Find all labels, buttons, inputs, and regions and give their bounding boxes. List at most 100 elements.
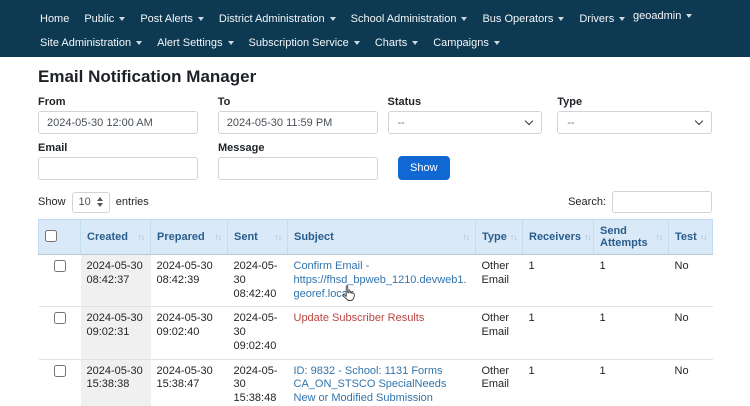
cell-prepared: 2024-05-30 09:02:40 xyxy=(151,307,228,359)
caret-down-icon xyxy=(494,41,500,45)
row-checkbox[interactable] xyxy=(54,260,66,272)
message-label: Message xyxy=(218,142,378,154)
row-checkbox[interactable] xyxy=(54,312,66,324)
status-select[interactable]: -- xyxy=(388,111,543,134)
nav-item-campaigns[interactable]: Campaigns xyxy=(433,37,500,49)
type-select-value: -- xyxy=(567,117,574,129)
email-input[interactable] xyxy=(38,157,198,180)
main-content: Email Notification Manager From To Statu… xyxy=(0,57,750,406)
page-title: Email Notification Manager xyxy=(38,67,712,87)
page-length-control: Show 10 entries xyxy=(38,192,149,213)
message-input[interactable] xyxy=(218,157,378,180)
filter-row-1: From To Status -- Type -- xyxy=(38,96,712,134)
nav-item-bus-operators[interactable]: Bus Operators xyxy=(482,13,564,25)
nav-item-site-administration-label: Site Administration xyxy=(40,37,131,49)
to-input[interactable] xyxy=(218,111,378,134)
nav-item-public[interactable]: Public xyxy=(84,13,125,25)
header-test[interactable]: Test↑↓ xyxy=(669,220,713,255)
sort-icon: ↑↓ xyxy=(138,232,145,242)
nav-item-alert-settings-label: Alert Settings xyxy=(157,37,222,49)
nav-item-campaigns-label: Campaigns xyxy=(433,37,489,49)
cell-sent: 2024-05-30 08:42:40 xyxy=(228,255,288,307)
cell-type: Other Email xyxy=(476,307,523,359)
nav-item-school-administration-label: School Administration xyxy=(351,13,457,25)
row-checkbox[interactable] xyxy=(54,365,66,377)
show-button[interactable]: Show xyxy=(398,156,450,180)
cell-test: No xyxy=(669,255,713,307)
nav-item-subscription-service-label: Subscription Service xyxy=(249,37,349,49)
nav-item-district-administration-label: District Administration xyxy=(219,13,325,25)
user-menu-label: geoadmin xyxy=(633,10,681,22)
nav-item-subscription-service[interactable]: Subscription Service xyxy=(249,37,360,49)
table-row: 2024-05-30 09:02:31 2024-05-30 09:02:40 … xyxy=(39,307,713,359)
cell-prepared: 2024-05-30 15:38:47 xyxy=(151,359,228,406)
caret-down-icon xyxy=(354,41,360,45)
type-select[interactable]: -- xyxy=(557,111,712,134)
search-input[interactable] xyxy=(612,191,712,213)
nav-item-school-administration[interactable]: School Administration xyxy=(351,13,468,25)
caret-down-icon xyxy=(558,17,564,21)
nav-item-drivers[interactable]: Drivers xyxy=(579,13,625,25)
spinner-arrows-icon xyxy=(97,197,103,207)
type-label: Type xyxy=(557,96,712,108)
cell-send-attempts: 1 xyxy=(594,307,669,359)
cell-test: No xyxy=(669,307,713,359)
header-send-attempts-label: Send Attempts xyxy=(600,225,653,249)
caret-down-icon xyxy=(198,17,204,21)
subject-link[interactable]: ID: 9832 - School: 1131 Forms CA_ON_STSC… xyxy=(294,365,467,406)
header-subject[interactable]: Subject↑↓ xyxy=(288,220,476,255)
nav-item-site-administration[interactable]: Site Administration xyxy=(40,37,142,49)
filter-email: Email xyxy=(38,142,198,180)
navbar: Home Public Post Alerts District Adminis… xyxy=(0,0,750,57)
nav-item-post-alerts[interactable]: Post Alerts xyxy=(140,13,204,25)
user-menu[interactable]: geoadmin xyxy=(633,10,692,22)
nav-item-alert-settings[interactable]: Alert Settings xyxy=(157,37,233,49)
header-type[interactable]: Type↑↓ xyxy=(476,220,523,255)
nav-item-district-administration[interactable]: District Administration xyxy=(219,13,336,25)
table-controls: Show 10 entries Search: xyxy=(38,191,712,213)
cell-created: 2024-05-30 09:02:31 xyxy=(81,307,151,359)
header-receivers-label: Receivers xyxy=(529,231,581,243)
select-all-checkbox[interactable] xyxy=(45,230,57,242)
nav-item-home[interactable]: Home xyxy=(40,13,69,25)
select-all-header xyxy=(39,220,81,255)
sort-icon: ↑↓ xyxy=(656,232,663,242)
subject-link-hovered[interactable]: Update Subscriber Results xyxy=(294,312,425,324)
nav-item-post-alerts-label: Post Alerts xyxy=(140,13,193,25)
cell-sent: 2024-05-30 09:02:40 xyxy=(228,307,288,359)
chevron-down-icon xyxy=(695,117,703,125)
sort-icon: ↑↓ xyxy=(584,232,591,242)
from-input[interactable] xyxy=(38,111,198,134)
entries-label: entries xyxy=(116,196,149,208)
filter-from: From xyxy=(38,96,198,134)
header-test-label: Test xyxy=(675,231,697,243)
header-type-label: Type xyxy=(482,231,507,243)
from-label: From xyxy=(38,96,198,108)
header-subject-label: Subject xyxy=(294,231,334,243)
nav-item-charts[interactable]: Charts xyxy=(375,37,418,49)
filter-type: Type -- xyxy=(557,96,712,134)
email-notifications-table: Created↑↓ Prepared↑↓ Sent↑↓ Subject↑↓ Ty… xyxy=(38,219,713,406)
header-sent[interactable]: Sent↑↓ xyxy=(228,220,288,255)
subject-link[interactable]: Confirm Email - https://fhsd_bpweb_1210.… xyxy=(294,260,467,300)
header-receivers[interactable]: Receivers↑↓ xyxy=(523,220,594,255)
search-label: Search: xyxy=(568,196,606,208)
cell-prepared: 2024-05-30 08:42:39 xyxy=(151,255,228,307)
table-row: 2024-05-30 08:42:37 2024-05-30 08:42:39 … xyxy=(39,255,713,307)
header-created[interactable]: Created↑↓ xyxy=(81,220,151,255)
cell-sent: 2024-05-30 15:38:48 xyxy=(228,359,288,406)
cell-type: Other Email xyxy=(476,255,523,307)
cell-receivers: 1 xyxy=(523,359,594,406)
navbar-row-2: Site Administration Alert Settings Subsc… xyxy=(40,32,750,54)
cell-created: 2024-05-30 08:42:37 xyxy=(81,255,151,307)
filter-message: Message xyxy=(218,142,378,180)
caret-down-icon xyxy=(686,14,692,18)
status-select-value: -- xyxy=(398,117,405,129)
header-prepared-label: Prepared xyxy=(157,231,205,243)
header-send-attempts[interactable]: Send Attempts↑↓ xyxy=(594,220,669,255)
caret-down-icon xyxy=(119,17,125,21)
header-prepared[interactable]: Prepared↑↓ xyxy=(151,220,228,255)
sort-icon: ↑↓ xyxy=(700,232,707,242)
page-size-select[interactable]: 10 xyxy=(72,192,110,213)
caret-down-icon xyxy=(619,17,625,21)
